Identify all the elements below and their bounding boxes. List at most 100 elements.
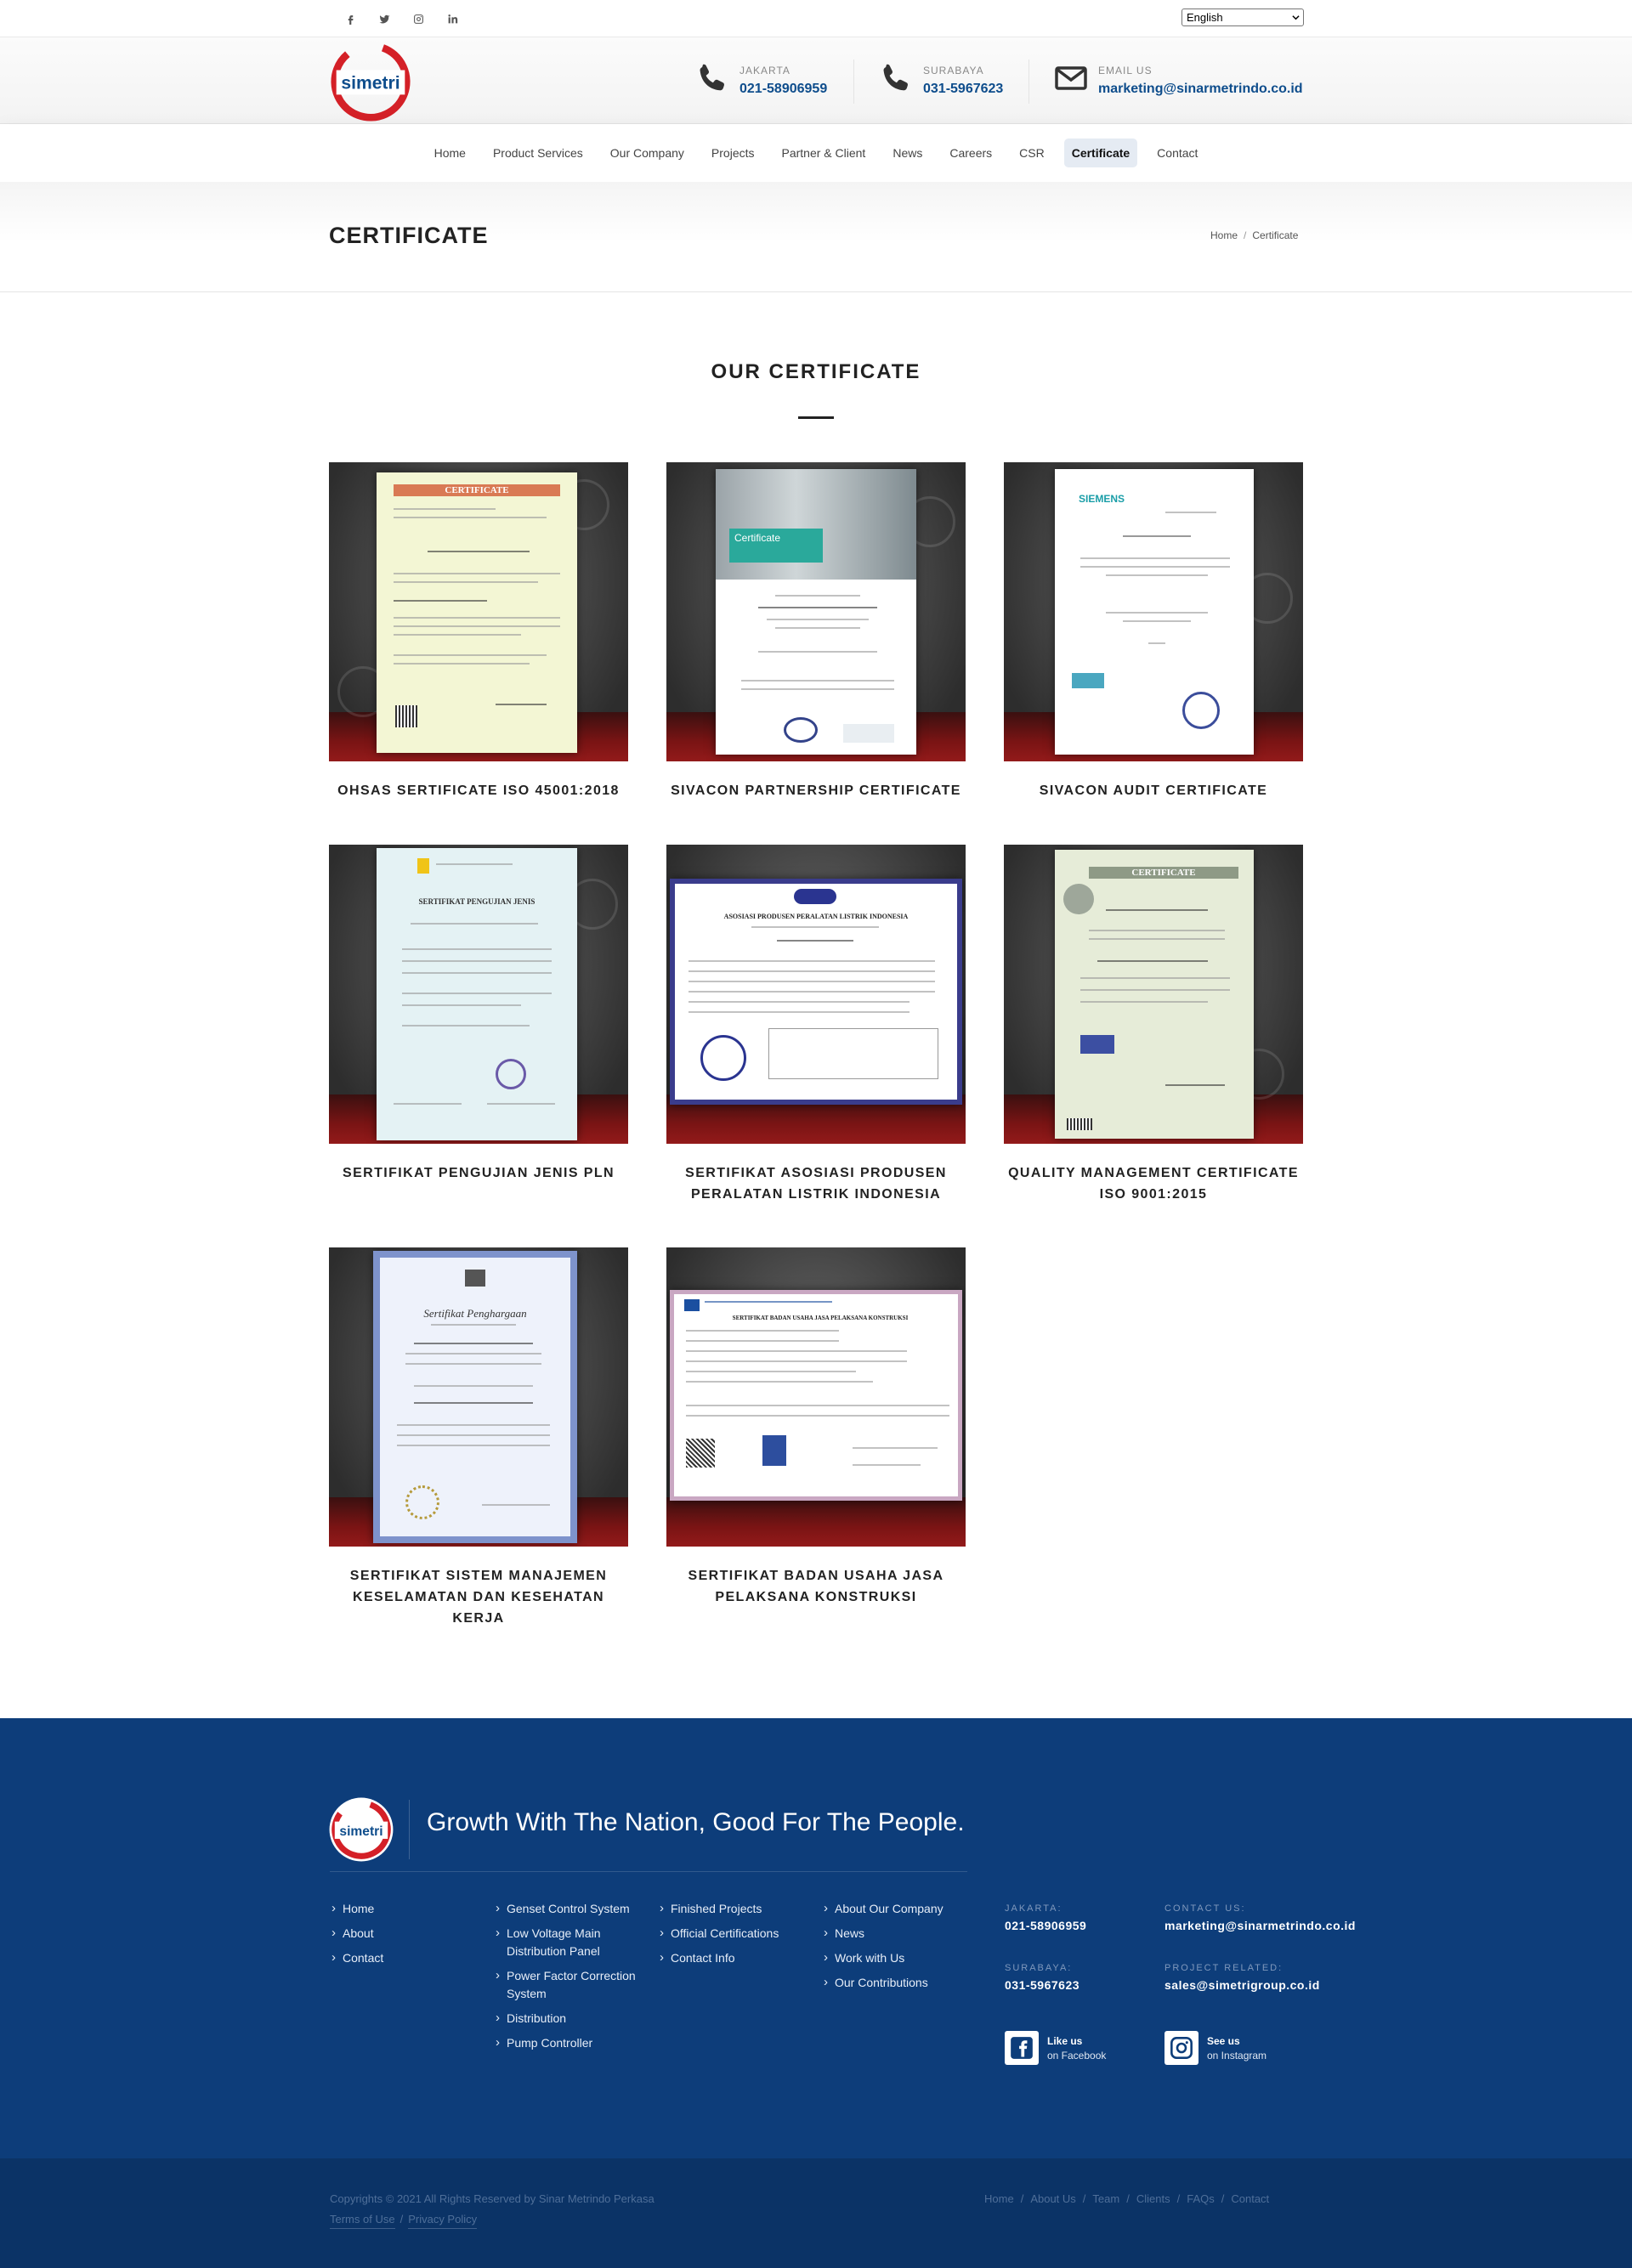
footer-link[interactable]: Work with Us	[822, 1948, 944, 1967]
certificate-card[interactable]: SERTIFIKAT BADAN USAHA JASA PELAKSANA KO…	[666, 1247, 966, 1608]
footer-link[interactable]: Contact	[330, 1948, 383, 1967]
certificate-image[interactable]: SERTIFIKAT BADAN USAHA JASA PELAKSANA KO…	[666, 1247, 966, 1547]
privacy-link[interactable]: Privacy Policy	[408, 2213, 478, 2229]
certificate-title[interactable]: QUALITY MANAGEMENT CERTIFICATE ISO 9001:…	[1004, 1162, 1303, 1205]
certificate-title[interactable]: OHSAS SERTIFICATE ISO 45001:2018	[329, 780, 628, 801]
footer-instagram[interactable]: See us on Instagram	[1164, 2031, 1266, 2065]
nav-item-certificate[interactable]: Certificate	[1063, 139, 1138, 167]
footer-link[interactable]: Our Contributions	[822, 1973, 944, 1992]
footer-nav-faqs[interactable]: FAQs	[1187, 2192, 1215, 2205]
top-bar: English	[0, 0, 1632, 37]
contact-jakarta: JAKARTA 021-58906959	[695, 61, 827, 97]
info-value[interactable]: 021-58906959	[1005, 1919, 1086, 1932]
footer-link[interactable]: Low Voltage Main Distribution Panel	[494, 1924, 647, 1960]
footer-link[interactable]: Finished Projects	[658, 1899, 779, 1918]
footer-nav-team[interactable]: Team	[1092, 2192, 1119, 2205]
page-title: CERTIFICATE	[329, 223, 489, 248]
nav-item-careers[interactable]: Careers	[942, 139, 1000, 167]
nav-item-home[interactable]: Home	[427, 139, 473, 167]
social-line2: on Facebook	[1047, 2049, 1107, 2062]
simetri-logo[interactable]: simetri	[330, 41, 411, 122]
footer-link[interactable]: Official Certifications	[658, 1924, 779, 1943]
facebook-icon[interactable]	[333, 7, 367, 31]
certificate-card[interactable]: CERTIFICATE OHSAS SERTIFICATE ISO 45001:…	[329, 462, 628, 801]
footer-link[interactable]: Home	[330, 1899, 383, 1918]
footer-link[interactable]: Power Factor Correction System	[494, 1966, 647, 2003]
nav-item-contact[interactable]: Contact	[1149, 139, 1205, 167]
linkedin-icon[interactable]	[435, 7, 469, 31]
certificate-card[interactable]: CERTIFICATE QUALITY MANAGEMENT CERTIFICA…	[1004, 845, 1303, 1205]
language-select[interactable]: English	[1182, 8, 1304, 26]
footer: simetri Growth With The Nation, Good For…	[0, 1718, 1632, 2158]
certificate-title[interactable]: SIVACON AUDIT CERTIFICATE	[1004, 780, 1303, 801]
nav-item-projects[interactable]: Projects	[704, 139, 762, 167]
certificate-image[interactable]: Sertifikat Penghargaan	[329, 1247, 628, 1547]
footer-link[interactable]: News	[822, 1924, 944, 1943]
divider	[853, 59, 854, 104]
nav-item-news[interactable]: News	[885, 139, 930, 167]
footer-link[interactable]: About Our Company	[822, 1899, 944, 1918]
footer-nav-contact[interactable]: Contact	[1231, 2192, 1269, 2205]
info-label: PROJECT RELATED:	[1164, 1963, 1284, 1973]
info-value[interactable]: 031-5967623	[1005, 1978, 1080, 1992]
certificate-image[interactable]: SERTIFIKAT PENGUJIAN JENIS	[329, 845, 628, 1144]
certificate-card[interactable]: SIEMENS SIVACON AUDIT CERTIFICATE	[1004, 462, 1303, 801]
footer-bottom: Copyrights © 2021 All Rights Reserved by…	[0, 2158, 1632, 2268]
instagram-icon[interactable]	[1164, 2031, 1198, 2065]
footer-links-column: Finished Projects Official Certification…	[658, 1899, 779, 1974]
instagram-icon[interactable]	[401, 7, 435, 31]
info-value[interactable]: marketing@sinarmetrindo.co.id	[1164, 1919, 1356, 1932]
terms-link[interactable]: Terms of Use	[330, 2213, 395, 2229]
certificate-card[interactable]: ASOSIASI PRODUSEN PERALATAN LISTRIK INDO…	[666, 845, 966, 1205]
certificate-image[interactable]: SIEMENS	[1004, 462, 1303, 761]
legal-links: Terms of Use / Privacy Policy	[330, 2213, 478, 2229]
breadcrumb-home[interactable]: Home	[1210, 229, 1238, 241]
certificate-card[interactable]: SERTIFIKAT PENGUJIAN JENIS SERTIFIKAT PE…	[329, 845, 628, 1184]
certificate-title[interactable]: SIVACON PARTNERSHIP CERTIFICATE	[666, 780, 966, 801]
nav-item-product-services[interactable]: Product Services	[485, 139, 591, 167]
footer-link[interactable]: Pump Controller	[494, 2033, 647, 2052]
certificate-title[interactable]: SERTIFIKAT ASOSIASI PRODUSEN PERALATAN L…	[666, 1162, 966, 1205]
footer-nav-home[interactable]: Home	[984, 2192, 1014, 2205]
language-select-value: English	[1187, 11, 1223, 24]
info-label: CONTACT US:	[1164, 1903, 1246, 1914]
certificate-title[interactable]: SERTIFIKAT BADAN USAHA JASA PELAKSANA KO…	[666, 1565, 966, 1608]
footer-logo[interactable]: simetri	[328, 1796, 394, 1863]
footer-nav-about-us[interactable]: About Us	[1030, 2192, 1075, 2205]
certificate-title[interactable]: SERTIFIKAT PENGUJIAN JENIS PLN	[329, 1162, 628, 1184]
contact-value[interactable]: 031-5967623	[923, 82, 1003, 97]
certificate-card[interactable]: Sertifikat Penghargaan SERTIFIKAT SISTEM…	[329, 1247, 628, 1629]
certificate-document: Certificate	[716, 469, 916, 755]
contact-value[interactable]: marketing@sinarmetrindo.co.id	[1098, 82, 1303, 97]
footer-link[interactable]: Genset Control System	[494, 1899, 647, 1918]
certificate-image[interactable]: CERTIFICATE	[329, 462, 628, 761]
phone-icon	[700, 64, 724, 91]
phone-icon	[883, 64, 908, 91]
twitter-icon[interactable]	[367, 7, 401, 31]
certificate-card[interactable]: Certificate SIVACON PARTNERSHIP CERTIFIC…	[666, 462, 966, 801]
certificate-image[interactable]: CERTIFICATE	[1004, 845, 1303, 1144]
info-label: JAKARTA:	[1005, 1903, 1062, 1914]
footer-link[interactable]: Contact Info	[658, 1948, 779, 1967]
footer-info-project: PROJECT RELATED: sales@simetrigroup.co.i…	[1164, 1963, 1320, 1992]
contact-value[interactable]: 021-58906959	[740, 82, 827, 97]
info-value[interactable]: sales@simetrigroup.co.id	[1164, 1978, 1320, 1992]
certificate-image[interactable]: Certificate	[666, 462, 966, 761]
footer-facebook[interactable]: Like us on Facebook	[1005, 2031, 1106, 2065]
nav-item-our-company[interactable]: Our Company	[603, 139, 692, 167]
certificate-document: ASOSIASI PRODUSEN PERALATAN LISTRIK INDO…	[670, 879, 962, 1105]
footer-link[interactable]: Distribution	[494, 2009, 647, 2028]
certificate-image[interactable]: ASOSIASI PRODUSEN PERALATAN LISTRIK INDO…	[666, 845, 966, 1144]
certificate-title[interactable]: SERTIFIKAT SISTEM MANAJEMEN KESELAMATAN …	[329, 1565, 628, 1629]
certificate-document: CERTIFICATE	[377, 472, 577, 753]
nav-item-partner-client[interactable]: Partner & Client	[774, 139, 874, 167]
certificate-document: SIEMENS	[1055, 469, 1254, 755]
footer-links-column: About Our Company News Work with Us Our …	[822, 1899, 944, 1999]
facebook-icon[interactable]	[1005, 2031, 1039, 2065]
divider	[409, 1800, 410, 1859]
footer-nav-clients[interactable]: Clients	[1136, 2192, 1170, 2205]
nav-item-csr[interactable]: CSR	[1012, 139, 1052, 167]
footer-link[interactable]: About	[330, 1924, 383, 1943]
footer-links-column: Genset Control System Low Voltage Main D…	[494, 1899, 647, 2059]
divider	[330, 1871, 967, 1872]
